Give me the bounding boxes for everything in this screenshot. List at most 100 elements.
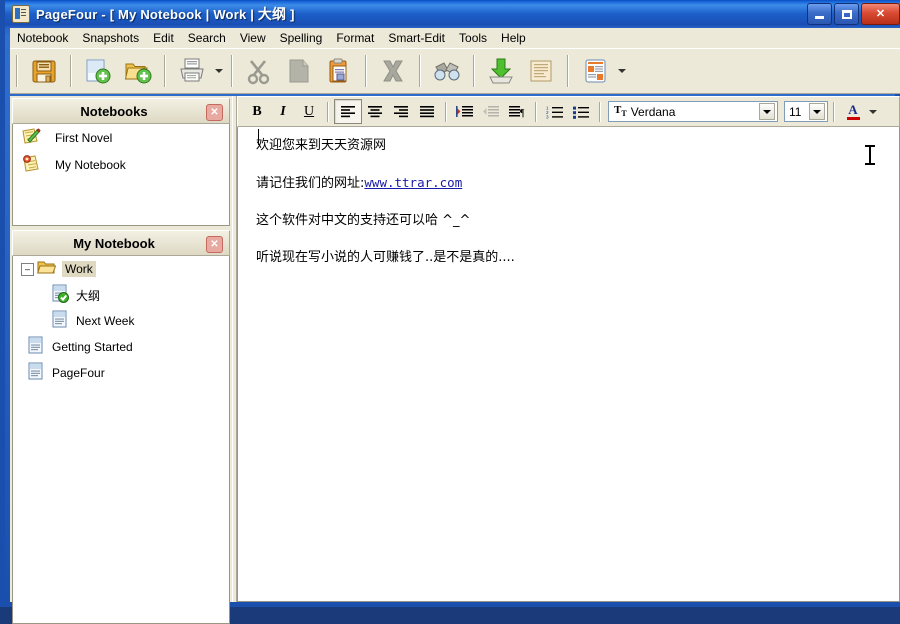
menu-item-edit[interactable]: Edit bbox=[146, 29, 181, 47]
templates-button[interactable] bbox=[575, 52, 615, 90]
font-family-select[interactable]: TT Verdana bbox=[608, 101, 778, 122]
new-page-icon bbox=[86, 59, 111, 84]
menu-item-notebook[interactable]: Notebook bbox=[10, 29, 75, 47]
notebook-item-first-novel[interactable]: First Novel bbox=[13, 124, 229, 151]
font-color-button[interactable]: A bbox=[840, 100, 866, 123]
menu-item-format[interactable]: Format bbox=[329, 29, 381, 47]
title-bar: PageFour - [ My Notebook | Work | 大纲 ] ✕ bbox=[5, 0, 900, 28]
notebook-item-my-notebook[interactable]: My Notebook bbox=[13, 151, 229, 178]
document-paragraph-2: 请记住我们的网址:www.ttrar.com bbox=[256, 175, 881, 192]
menu-item-help[interactable]: Help bbox=[494, 29, 533, 47]
font-size-value: 11 bbox=[789, 104, 802, 119]
menu-bar: Notebook Snapshots Edit Search View Spel… bbox=[10, 28, 900, 48]
window-title: PageFour - [ My Notebook | Work | 大纲 ] bbox=[36, 4, 295, 24]
notes-button[interactable] bbox=[521, 52, 561, 90]
paragraph-direction-button[interactable]: ¶ bbox=[504, 100, 530, 123]
templates-dropdown-button[interactable] bbox=[615, 52, 628, 90]
text-insertion-caret bbox=[258, 129, 259, 145]
align-center-button[interactable] bbox=[362, 100, 388, 123]
new-folder-button[interactable] bbox=[118, 52, 158, 90]
align-right-button[interactable] bbox=[388, 100, 414, 123]
website-link[interactable]: www.ttrar.com bbox=[364, 175, 462, 190]
notebooks-panel-close-button[interactable]: ✕ bbox=[206, 104, 223, 121]
numbered-list-button[interactable]: 1 2 3 bbox=[542, 100, 568, 123]
toolbar-separator bbox=[365, 55, 367, 87]
find-button[interactable] bbox=[427, 52, 467, 90]
align-justify-button[interactable] bbox=[414, 100, 440, 123]
bullet-list-button[interactable] bbox=[568, 100, 594, 123]
font-color-swatch bbox=[846, 117, 860, 120]
application-window: PageFour - [ My Notebook | Work | 大纲 ] ✕… bbox=[0, 0, 900, 624]
truetype-icon: TT bbox=[614, 104, 627, 119]
font-color-letter: A bbox=[848, 102, 858, 117]
menu-item-snapshots[interactable]: Snapshots bbox=[75, 29, 146, 47]
tree-panel-close-button[interactable]: ✕ bbox=[206, 236, 223, 253]
indent-decrease-button bbox=[478, 100, 504, 123]
formatbar-separator bbox=[327, 101, 329, 122]
menu-item-smart-edit[interactable]: Smart-Edit bbox=[381, 29, 452, 47]
menu-item-view[interactable]: View bbox=[233, 29, 273, 47]
formatbar-separator bbox=[833, 101, 835, 122]
tree-item-next-week[interactable]: Next Week bbox=[13, 308, 229, 334]
chevron-down-icon bbox=[868, 109, 877, 114]
chevron-down-icon bbox=[763, 109, 771, 114]
document-content[interactable]: 欢迎您来到天天资源网 请记住我们的网址:www.ttrar.com 这个软件对中… bbox=[238, 127, 899, 300]
font-color-dropdown-button[interactable] bbox=[866, 93, 879, 131]
copy-button[interactable] bbox=[279, 52, 319, 90]
formatbar-separator bbox=[535, 101, 537, 122]
window-title-prefix: PageFour - [ My Notebook | Work | bbox=[36, 7, 258, 22]
green-down-arrow-tray-icon bbox=[489, 58, 513, 84]
underline-button[interactable]: U bbox=[296, 100, 322, 123]
layout-template-icon bbox=[585, 59, 606, 83]
notebooks-list: First Novel My Notebook bbox=[12, 124, 230, 226]
menu-item-search[interactable]: Search bbox=[181, 29, 233, 47]
font-family-dropdown-arrow[interactable] bbox=[759, 103, 775, 120]
underline-label: U bbox=[303, 103, 315, 119]
document-editor[interactable]: 欢迎您来到天天资源网 请记住我们的网址:www.ttrar.com 这个软件对中… bbox=[237, 127, 900, 602]
print-dropdown-button[interactable] bbox=[212, 52, 225, 90]
left-sidebar: Notebooks ✕ First Novel My Notebook My N… bbox=[10, 96, 232, 624]
align-left-button[interactable] bbox=[334, 99, 362, 124]
tree-item-getting-started[interactable]: Getting Started bbox=[13, 334, 229, 360]
window-title-suffix: ] bbox=[286, 7, 295, 22]
tree-item-label: 大纲 bbox=[76, 288, 101, 303]
tree-item-label: Getting Started bbox=[52, 340, 133, 354]
close-button[interactable]: ✕ bbox=[861, 3, 900, 25]
import-button[interactable] bbox=[481, 52, 521, 90]
document-paragraph-3: 这个软件对中文的支持还可以哈 ^_^ bbox=[256, 212, 471, 228]
tree-item-work[interactable]: – Work bbox=[13, 256, 229, 282]
bold-button[interactable]: B bbox=[244, 100, 270, 123]
notebook-tree: – Work 大纲 Next Week Getting Started Page… bbox=[12, 256, 230, 624]
toolbar-separator bbox=[16, 55, 18, 87]
italic-button[interactable]: I bbox=[270, 100, 296, 123]
tree-item-dagang[interactable]: 大纲 bbox=[13, 282, 229, 308]
notebook-tree-panel: My Notebook ✕ – Work 大纲 Next Week Gettin… bbox=[12, 230, 230, 624]
notebooks-panel-header: Notebooks ✕ bbox=[12, 98, 230, 124]
expander-collapse-icon[interactable]: – bbox=[21, 262, 34, 276]
minimize-button[interactable] bbox=[807, 3, 832, 25]
formatting-toolbar: B I U ¶ 1 2 3 TT Verdana 11 A bbox=[237, 96, 900, 127]
align-justify-icon bbox=[420, 105, 434, 117]
cut-button[interactable] bbox=[239, 52, 279, 90]
maximize-icon bbox=[841, 9, 852, 19]
menu-item-tools[interactable]: Tools bbox=[452, 29, 494, 47]
notebooks-panel: Notebooks ✕ First Novel My Notebook bbox=[12, 98, 230, 226]
paste-button[interactable] bbox=[319, 52, 359, 90]
tree-item-pagefour[interactable]: PageFour bbox=[13, 360, 229, 386]
save-button[interactable] bbox=[24, 52, 64, 90]
print-button[interactable] bbox=[172, 52, 212, 90]
bold-label: B bbox=[252, 103, 262, 119]
indent-increase-button[interactable] bbox=[452, 100, 478, 123]
numbered-list-icon: 1 2 3 bbox=[546, 105, 563, 119]
note-paper-icon bbox=[530, 60, 552, 82]
maximize-button[interactable] bbox=[834, 3, 859, 25]
page-icon bbox=[27, 336, 46, 358]
font-size-dropdown-arrow[interactable] bbox=[809, 103, 825, 120]
bullet-list-icon bbox=[573, 106, 589, 119]
indent-increase-icon bbox=[456, 105, 473, 117]
tree-panel-header: My Notebook ✕ bbox=[12, 230, 230, 256]
new-page-button[interactable] bbox=[78, 52, 118, 90]
menu-item-spelling[interactable]: Spelling bbox=[273, 29, 330, 47]
font-size-select[interactable]: 11 bbox=[784, 101, 828, 122]
delete-button[interactable] bbox=[373, 52, 413, 90]
